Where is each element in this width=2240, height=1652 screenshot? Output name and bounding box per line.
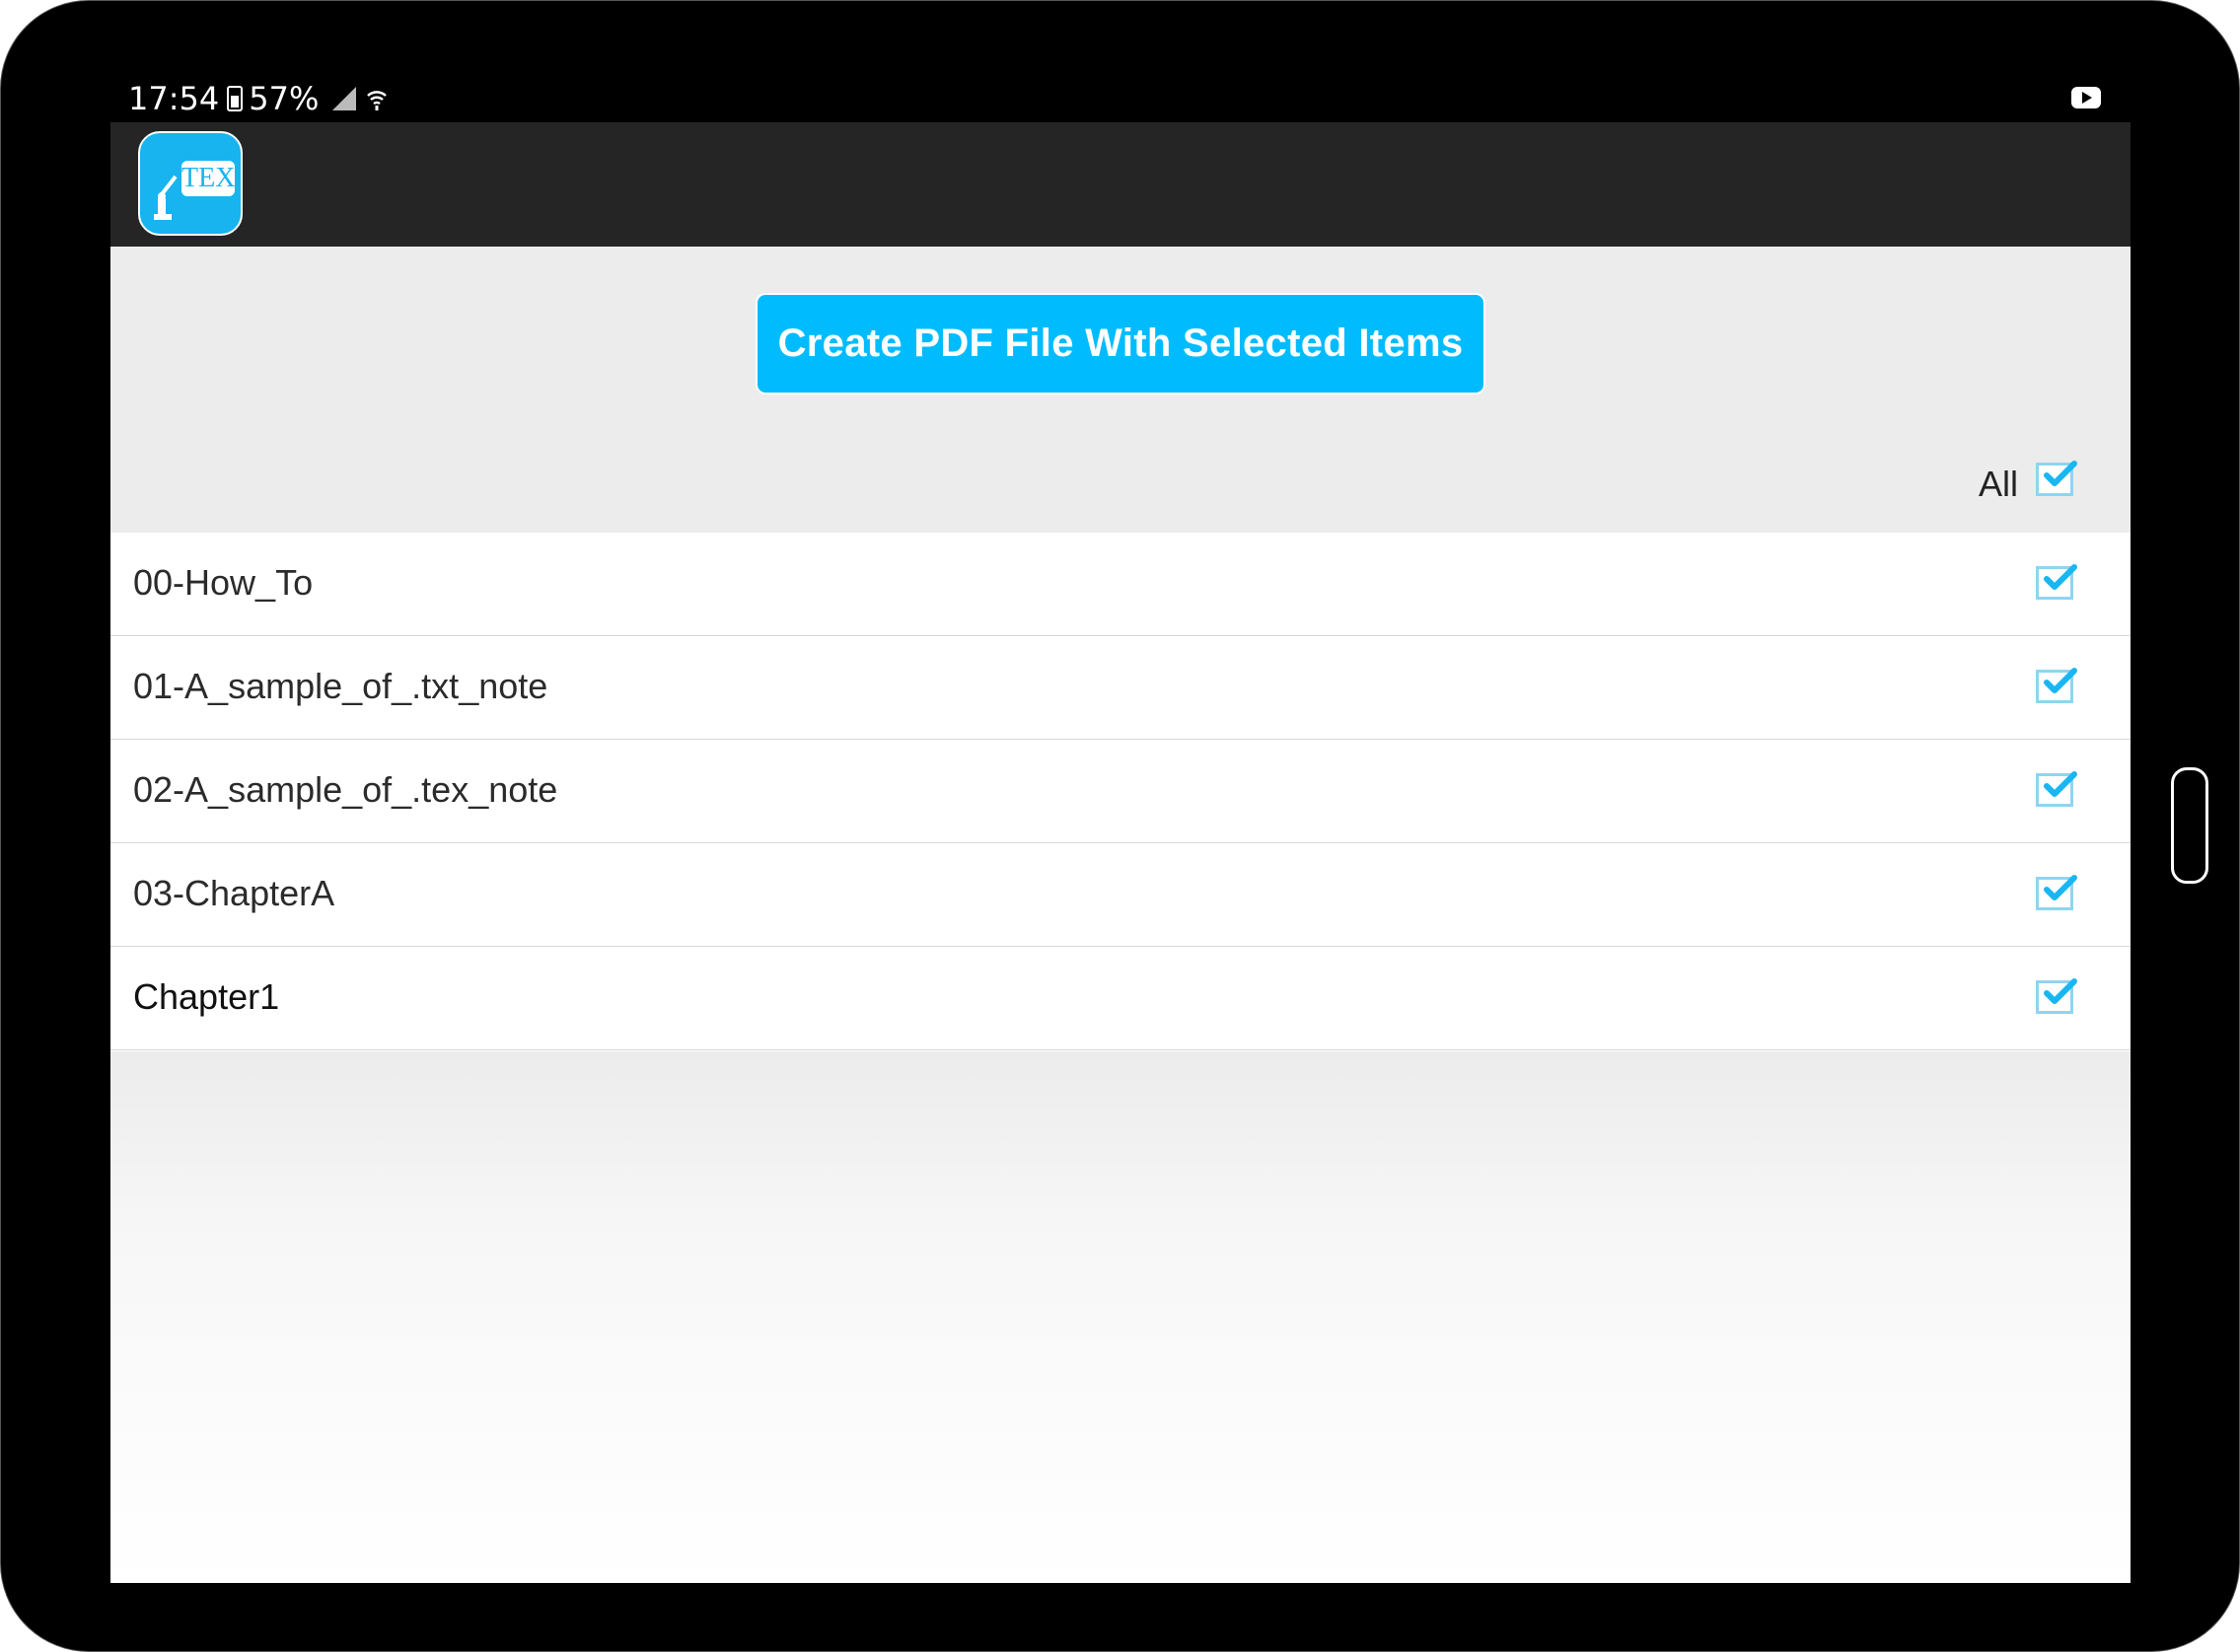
notes-list: 00-How_To 01-A_sample_of_.txt_note 02-A_… xyxy=(110,533,2131,1050)
list-item-label: 00-How_To xyxy=(133,562,314,603)
list-item[interactable]: 03-ChapterA xyxy=(110,843,2131,947)
list-item-checkbox[interactable] xyxy=(2036,564,2077,600)
app-toolbar: TEX xyxy=(110,122,2131,247)
status-bar: 17:54 57% xyxy=(110,75,2131,122)
list-item-label: 01-A_sample_of_.txt_note xyxy=(133,666,548,706)
app-logo-icon[interactable]: TEX xyxy=(138,131,243,236)
youtube-icon xyxy=(2071,87,2101,108)
list-item-checkbox[interactable] xyxy=(2036,978,2077,1014)
list-item-checkbox[interactable] xyxy=(2036,771,2077,807)
list-item-checkbox[interactable] xyxy=(2036,668,2077,703)
tablet-frame: 17:54 57% TEX Create PDF File With Selec… xyxy=(0,0,2240,1652)
checkmark-icon xyxy=(2044,771,2077,797)
empty-content-area xyxy=(110,1051,2131,1583)
list-item-label: Chapter1 xyxy=(133,976,280,1017)
app-screen: TEX Create PDF File With Selected Items … xyxy=(110,122,2131,1583)
checkmark-icon xyxy=(2044,668,2077,693)
select-all-label: All xyxy=(1978,464,2018,504)
pen-icon xyxy=(154,175,178,220)
list-item[interactable]: Chapter1 xyxy=(110,947,2131,1050)
status-time: 17:54 xyxy=(128,80,220,117)
wifi-icon xyxy=(366,88,388,110)
select-all-row: All xyxy=(1978,455,2077,504)
checkmark-icon xyxy=(2044,461,2077,486)
selection-header: Create PDF File With Selected Items All xyxy=(110,247,2131,533)
checkmark-icon xyxy=(2044,978,2077,1004)
list-item-label: 03-ChapterA xyxy=(133,873,335,913)
list-item-label: 02-A_sample_of_.tex_note xyxy=(133,769,558,810)
checkmark-icon xyxy=(2044,875,2077,900)
list-item[interactable]: 02-A_sample_of_.tex_note xyxy=(110,740,2131,843)
battery-level: 57% xyxy=(249,80,320,117)
home-button[interactable] xyxy=(2171,767,2208,884)
signal-icon xyxy=(332,87,357,110)
logo-text: TEX xyxy=(181,161,235,196)
list-item[interactable]: 01-A_sample_of_.txt_note xyxy=(110,636,2131,740)
list-item[interactable]: 00-How_To xyxy=(110,533,2131,636)
select-all-checkbox[interactable] xyxy=(2036,461,2077,496)
battery-icon xyxy=(227,86,244,111)
list-item-checkbox[interactable] xyxy=(2036,875,2077,910)
checkmark-icon xyxy=(2044,564,2077,590)
create-pdf-button[interactable]: Create PDF File With Selected Items xyxy=(756,293,1485,395)
